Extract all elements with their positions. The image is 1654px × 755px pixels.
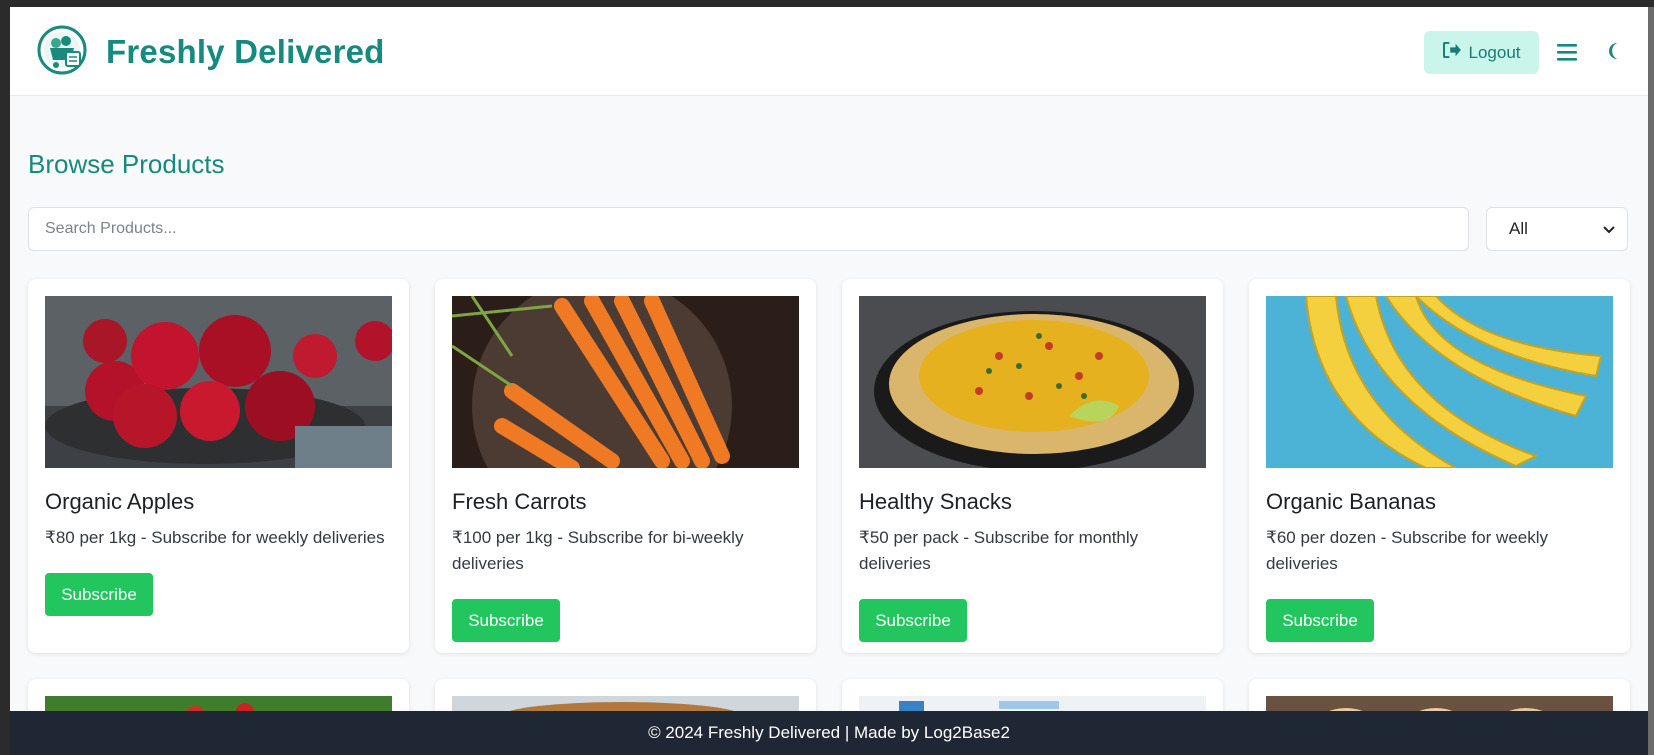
product-description: ₹80 per 1kg - Subscribe for weekly deliv… bbox=[45, 528, 385, 547]
product-name: Healthy Snacks bbox=[859, 489, 1012, 514]
product-image-carrots bbox=[452, 296, 799, 468]
logout-button[interactable]: Logout bbox=[1424, 31, 1539, 74]
product-image-snacks bbox=[859, 296, 1206, 468]
delivery-basket-logo-icon[interactable] bbox=[36, 24, 88, 76]
subscribe-button[interactable]: Subscribe bbox=[1266, 599, 1374, 642]
chevron-down-icon bbox=[1603, 219, 1615, 239]
logout-label: Logout bbox=[1468, 42, 1521, 62]
product-description: ₹60 per dozen - Subscribe for weekly del… bbox=[1266, 528, 1549, 573]
product-card: Healthy Snacks ₹50 per pack - Subscribe … bbox=[842, 279, 1223, 653]
category-filter-value: All bbox=[1509, 219, 1528, 238]
subscribe-button[interactable]: Subscribe bbox=[859, 599, 967, 642]
product-name: Fresh Carrots bbox=[452, 489, 587, 514]
navbar: Freshly Delivered Logout bbox=[10, 7, 1648, 96]
product-image-apples bbox=[45, 296, 392, 468]
sign-out-icon bbox=[1442, 41, 1461, 63]
page-title: Browse Products bbox=[28, 149, 225, 179]
product-name: Organic Bananas bbox=[1266, 489, 1436, 514]
product-description: ₹100 per 1kg - Subscribe for bi-weekly d… bbox=[452, 528, 744, 573]
subscribe-button[interactable]: Subscribe bbox=[45, 573, 153, 616]
product-card: Organic Apples ₹80 per 1kg - Subscribe f… bbox=[28, 279, 409, 653]
subscribe-button[interactable]: Subscribe bbox=[452, 599, 560, 642]
category-filter-select[interactable]: All bbox=[1486, 207, 1628, 251]
product-description: ₹50 per pack - Subscribe for monthly del… bbox=[859, 528, 1139, 573]
product-name: Organic Apples bbox=[45, 489, 195, 514]
footer: © 2024 Freshly Delivered | Made by Log2B… bbox=[10, 711, 1648, 755]
product-card: Fresh Carrots ₹100 per 1kg - Subscribe f… bbox=[435, 279, 816, 653]
moon-icon[interactable] bbox=[1608, 40, 1626, 64]
brand-name[interactable]: Freshly Delivered bbox=[106, 33, 385, 71]
footer-text: © 2024 Freshly Delivered | Made by Log2B… bbox=[648, 723, 1010, 742]
hamburger-menu-icon[interactable] bbox=[1555, 40, 1579, 64]
product-image-bananas bbox=[1266, 296, 1613, 468]
product-card: Organic Bananas ₹60 per dozen - Subscrib… bbox=[1249, 279, 1630, 653]
app-window: Freshly Delivered Logout Browse Products… bbox=[10, 7, 1648, 755]
search-input[interactable] bbox=[28, 207, 1469, 251]
window-edge bbox=[1648, 7, 1654, 755]
